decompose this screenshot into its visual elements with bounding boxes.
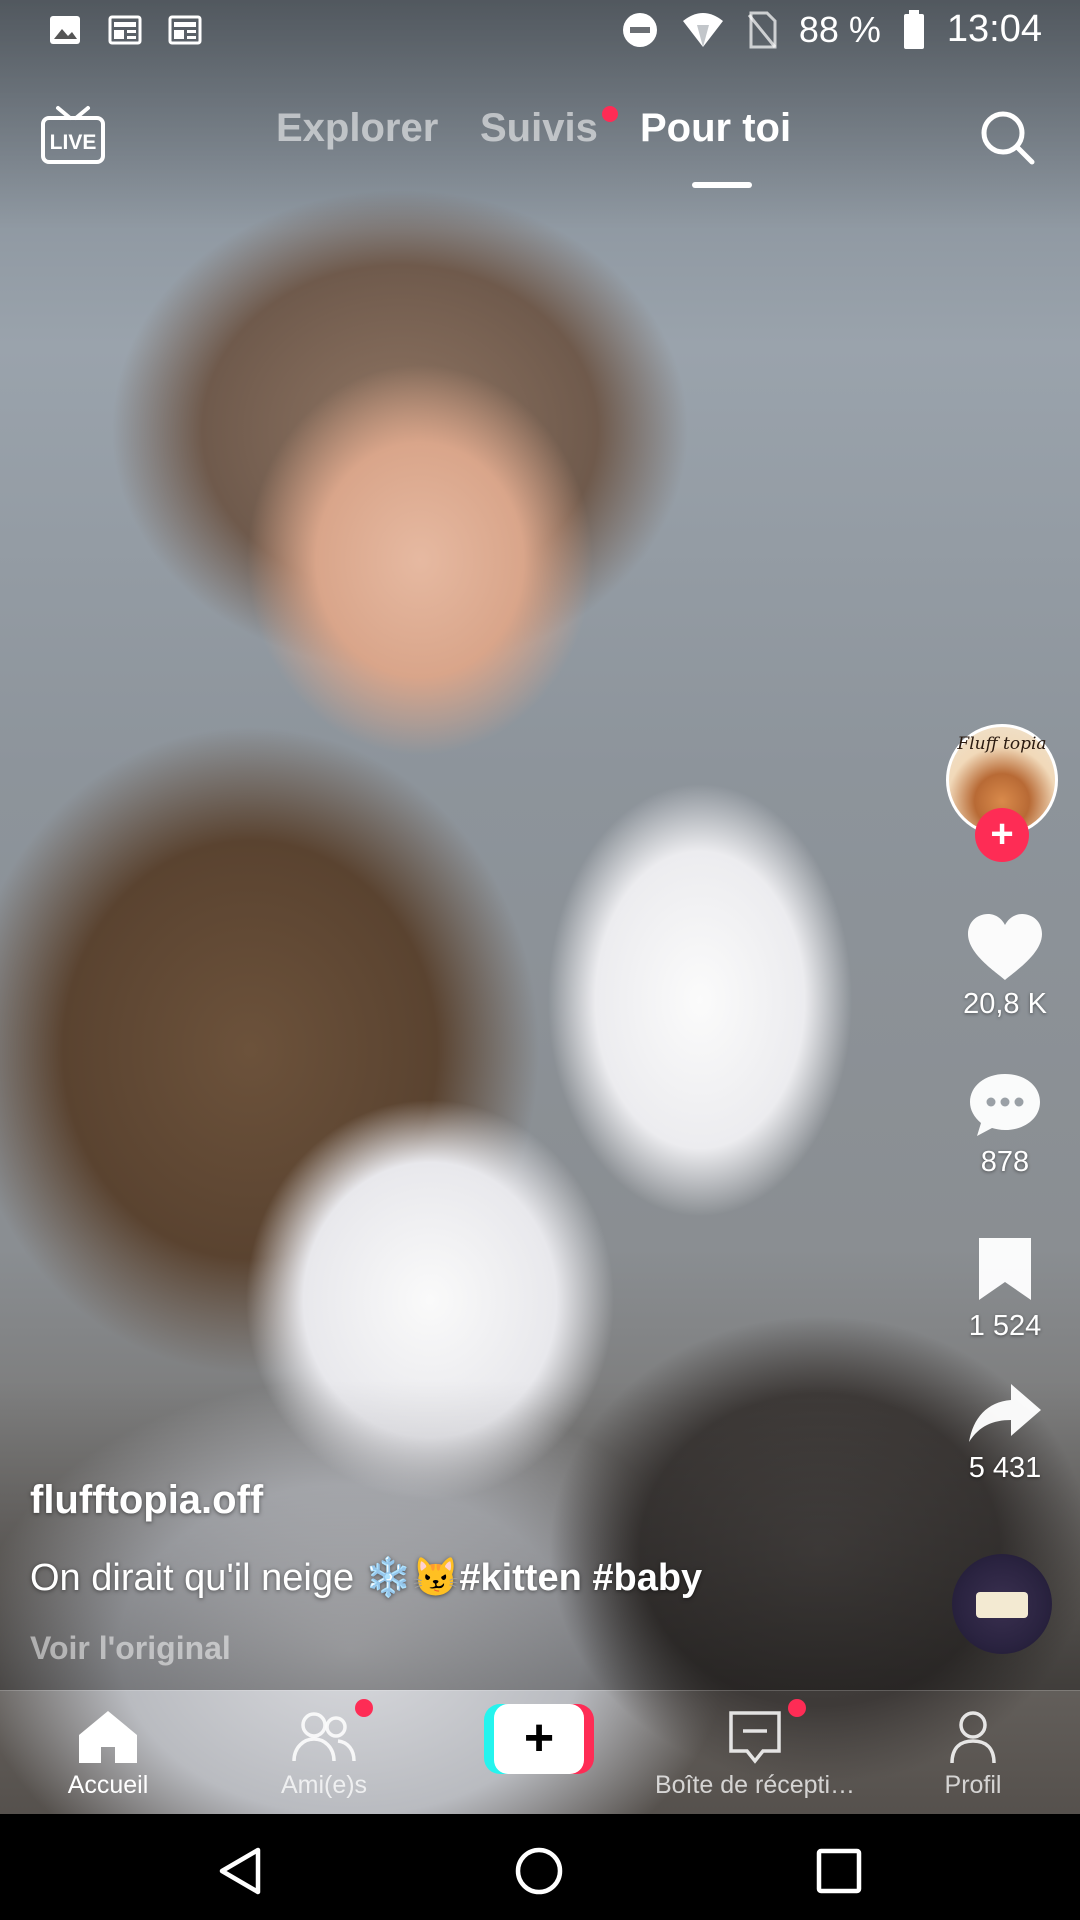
nav-inbox[interactable]: Boîte de récepti… <box>640 1709 870 1800</box>
wifi-icon <box>682 12 723 47</box>
create-button[interactable]: + <box>484 1704 594 1774</box>
recents-icon[interactable] <box>814 1846 864 1896</box>
nav-home[interactable]: Accueil <box>48 1709 168 1800</box>
battery-percent: 88 % <box>798 8 881 50</box>
friends-notification-dot <box>355 1699 373 1717</box>
status-left-icons <box>48 14 202 46</box>
news-icon <box>168 15 202 45</box>
caption-text: On dirait qu'il neige ❄️😼 <box>30 1557 460 1599</box>
active-tab-indicator <box>692 182 752 188</box>
search-icon[interactable] <box>978 108 1036 166</box>
comment-count: 878 <box>980 1146 1030 1178</box>
see-original-link[interactable]: Voir l'original <box>30 1630 231 1667</box>
sound-disc-label <box>976 1592 1028 1618</box>
caption-hashtags[interactable]: #kitten #baby <box>459 1557 702 1599</box>
tab-suivis[interactable]: Suivis <box>480 106 598 151</box>
back-icon[interactable] <box>216 1846 266 1896</box>
creator-username[interactable]: flufftopia.off <box>30 1478 263 1523</box>
news-icon <box>108 15 142 45</box>
tab-pour-toi[interactable]: Pour toi <box>640 106 791 151</box>
nav-friends-label: Ami(e)s <box>280 1771 368 1799</box>
feed-tabs: Explorer Suivis Pour toi <box>0 106 1080 176</box>
share-count: 5 431 <box>968 1452 1042 1484</box>
plus-icon: + <box>523 1709 555 1767</box>
friends-icon <box>292 1712 356 1762</box>
image-icon <box>50 16 80 44</box>
nav-inbox-label: Boîte de récepti… <box>654 1771 856 1799</box>
bookmark-icon <box>979 1238 1031 1300</box>
profile-icon <box>950 1711 996 1764</box>
nav-profile[interactable]: Profil <box>928 1709 1018 1800</box>
tab-explorer[interactable]: Explorer <box>276 106 438 151</box>
no-sim-icon <box>747 11 777 48</box>
like-count: 20,8 K <box>963 988 1047 1020</box>
share-arrow-icon <box>969 1384 1041 1442</box>
tiktok-feed-screen: 88 % 13:04 LIVE Explorer Suivis Pour toi… <box>0 0 1080 1920</box>
home-icon <box>79 1711 137 1763</box>
clock: 13:04 <box>946 8 1042 50</box>
comment-button[interactable]: 878 <box>950 1070 1060 1179</box>
nav-home-label: Accueil <box>67 1771 149 1799</box>
save-count: 1 524 <box>968 1310 1042 1342</box>
post-caption: On dirait qu'il neige ❄️😼#kitten #baby <box>30 1556 702 1600</box>
do-not-disturb-icon <box>622 12 657 47</box>
plus-icon: + <box>990 812 1014 856</box>
comment-icon <box>970 1074 1040 1136</box>
heart-icon <box>968 914 1042 980</box>
inbox-icon <box>729 1711 781 1764</box>
home-circle-icon[interactable] <box>514 1846 564 1896</box>
nav-profile-label: Profil <box>944 1771 1002 1799</box>
battery-icon <box>903 9 924 49</box>
follow-button[interactable]: + <box>975 808 1029 862</box>
suivis-notification-dot <box>602 106 618 122</box>
share-button[interactable]: 5 431 <box>950 1380 1060 1485</box>
status-right: 88 % 13:04 <box>621 8 1042 51</box>
system-nav-bar <box>0 1814 1080 1920</box>
sound-disc[interactable] <box>952 1554 1052 1654</box>
status-bar: 88 % 13:04 <box>0 0 1080 62</box>
like-button[interactable]: 20,8 K <box>950 912 1060 1021</box>
inbox-notification-dot <box>788 1699 806 1717</box>
save-button[interactable]: 1 524 <box>950 1234 1060 1343</box>
avatar-logo-text: Fluff topia <box>957 734 1047 754</box>
nav-friends[interactable]: Ami(e)s <box>262 1709 386 1800</box>
